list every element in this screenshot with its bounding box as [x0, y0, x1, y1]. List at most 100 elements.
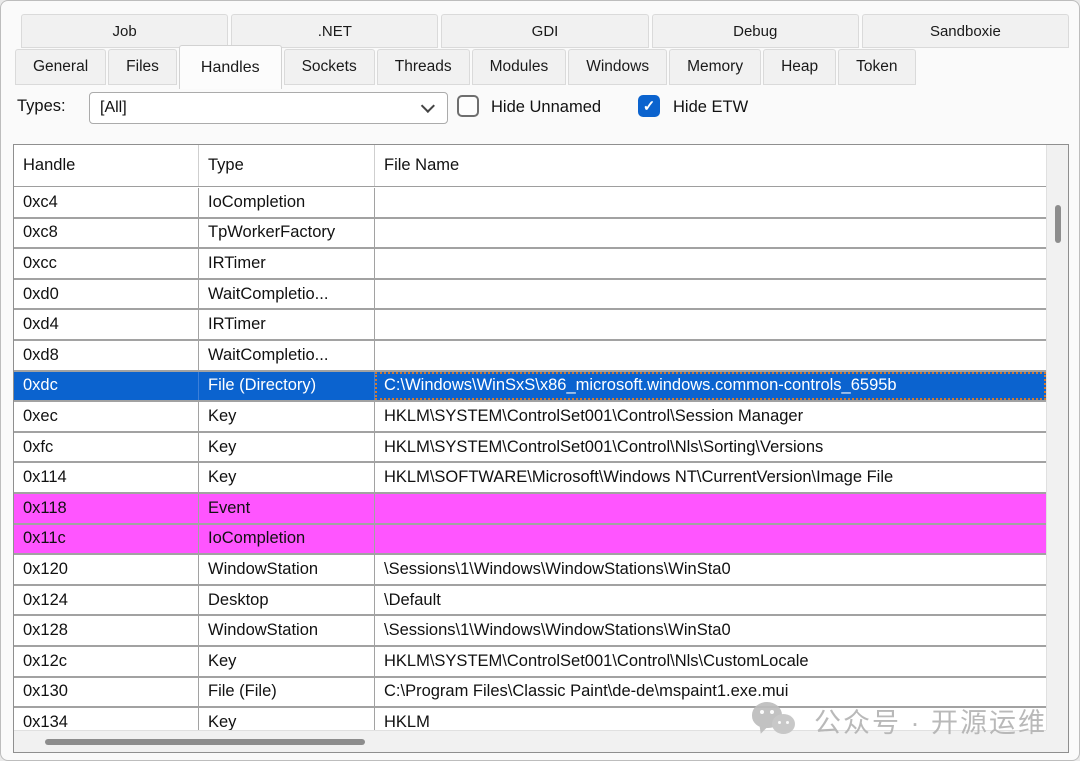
- tab-windows[interactable]: Windows: [568, 49, 667, 85]
- hide-unnamed-checkbox[interactable]: [457, 95, 479, 117]
- wechat-icon: [752, 702, 800, 740]
- handle-cell: 0xfc: [14, 433, 199, 462]
- tab-sandboxie[interactable]: Sandboxie: [862, 14, 1069, 48]
- tab-general[interactable]: General: [15, 49, 106, 85]
- type-cell: WindowStation: [199, 616, 375, 645]
- filename-cell: [375, 249, 1046, 278]
- column-header-file-name[interactable]: File Name: [375, 145, 1046, 186]
- table-row[interactable]: 0xecKeyHKLM\SYSTEM\ControlSet001\Control…: [14, 402, 1046, 433]
- table-row[interactable]: 0x128WindowStation\Sessions\1\Windows\Wi…: [14, 616, 1046, 647]
- tab-heap[interactable]: Heap: [763, 49, 836, 85]
- table-row[interactable]: 0xd0WaitCompletio...: [14, 280, 1046, 311]
- type-cell: Desktop: [199, 586, 375, 615]
- filename-cell: [375, 280, 1046, 309]
- handle-cell: 0x130: [14, 678, 199, 707]
- primary-tab-strip: GeneralFilesHandlesSocketsThreadsModules…: [15, 45, 916, 89]
- filename-cell: [375, 525, 1046, 554]
- vertical-scrollbar[interactable]: [1046, 145, 1068, 730]
- table-row[interactable]: 0xc8TpWorkerFactory: [14, 219, 1046, 250]
- horizontal-scrollbar-thumb[interactable]: [45, 739, 365, 745]
- handle-cell: 0xc4: [14, 188, 199, 217]
- tab-sockets[interactable]: Sockets: [284, 49, 375, 85]
- hide-unnamed-label: Hide Unnamed: [491, 98, 601, 117]
- handle-cell: 0x124: [14, 586, 199, 615]
- types-dropdown-value: [All]: [100, 99, 425, 117]
- handle-cell: 0x114: [14, 463, 199, 492]
- filename-cell: HKLM\SOFTWARE\Microsoft\Windows NT\Curre…: [375, 463, 1046, 492]
- type-cell: WaitCompletio...: [199, 341, 375, 370]
- handle-cell: 0x118: [14, 494, 199, 523]
- tab-handles[interactable]: Handles: [179, 45, 282, 89]
- filename-cell: C:\Windows\WinSxS\x86_microsoft.windows.…: [375, 372, 1046, 401]
- tab-net[interactable]: .NET: [231, 14, 438, 48]
- tab-modules[interactable]: Modules: [472, 49, 567, 85]
- handle-cell: 0x134: [14, 708, 199, 730]
- table-row[interactable]: 0x124Desktop\Default: [14, 586, 1046, 617]
- types-dropdown[interactable]: [All]: [89, 92, 448, 124]
- table-row[interactable]: 0xd4IRTimer: [14, 310, 1046, 341]
- tab-job[interactable]: Job: [21, 14, 228, 48]
- type-cell: IoCompletion: [199, 188, 375, 217]
- tab-gdi[interactable]: GDI: [441, 14, 648, 48]
- tab-files[interactable]: Files: [108, 49, 177, 85]
- watermark: 公众号 · 开源运维: [752, 701, 1047, 740]
- tab-threads[interactable]: Threads: [377, 49, 470, 85]
- column-header-handle[interactable]: Handle: [14, 145, 199, 186]
- filename-cell: \Sessions\1\Windows\WindowStations\WinSt…: [375, 616, 1046, 645]
- table-row[interactable]: 0xc4IoCompletion: [14, 188, 1046, 219]
- table-header: HandleTypeFile Name: [14, 145, 1046, 187]
- table-row[interactable]: 0xccIRTimer: [14, 249, 1046, 280]
- scrollbar-corner: [1046, 730, 1068, 752]
- tab-debug[interactable]: Debug: [652, 14, 859, 48]
- filename-cell: \Sessions\1\Windows\WindowStations\WinSt…: [375, 555, 1046, 584]
- tab-memory[interactable]: Memory: [669, 49, 761, 85]
- handle-cell: 0xcc: [14, 249, 199, 278]
- handles-table: HandleTypeFile Name 0xc4IoCompletion0xc8…: [13, 144, 1069, 753]
- table-row[interactable]: 0x120WindowStation\Sessions\1\Windows\Wi…: [14, 555, 1046, 586]
- filename-cell: HKLM\SYSTEM\ControlSet001\Control\Sessio…: [375, 402, 1046, 431]
- filename-cell: [375, 341, 1046, 370]
- handle-cell: 0xd4: [14, 310, 199, 339]
- type-cell: File (Directory): [199, 372, 375, 401]
- vertical-scrollbar-thumb[interactable]: [1055, 205, 1061, 243]
- table-row[interactable]: 0x114KeyHKLM\SOFTWARE\Microsoft\Windows …: [14, 463, 1046, 494]
- hide-etw-checkbox[interactable]: ✓: [638, 95, 660, 117]
- column-header-type[interactable]: Type: [199, 145, 375, 186]
- table-row[interactable]: 0x12cKeyHKLM\SYSTEM\ControlSet001\Contro…: [14, 647, 1046, 678]
- handle-cell: 0xdc: [14, 372, 199, 401]
- table-row[interactable]: 0xd8WaitCompletio...: [14, 341, 1046, 372]
- type-cell: IRTimer: [199, 249, 375, 278]
- handle-cell: 0xd8: [14, 341, 199, 370]
- table-row[interactable]: 0xfcKeyHKLM\SYSTEM\ControlSet001\Control…: [14, 433, 1046, 464]
- tab-token[interactable]: Token: [838, 49, 915, 85]
- type-cell: IRTimer: [199, 310, 375, 339]
- type-cell: WaitCompletio...: [199, 280, 375, 309]
- filename-cell: \Default: [375, 586, 1046, 615]
- process-properties-dialog: Job.NETGDIDebugSandboxie GeneralFilesHan…: [0, 0, 1080, 761]
- table-row[interactable]: 0x118Event: [14, 494, 1046, 525]
- table-row[interactable]: 0xdcFile (Directory)C:\Windows\WinSxS\x8…: [14, 372, 1046, 403]
- type-cell: WindowStation: [199, 555, 375, 584]
- type-cell: Key: [199, 708, 375, 730]
- filename-cell: HKLM\SYSTEM\ControlSet001\Control\Nls\So…: [375, 433, 1046, 462]
- type-cell: Key: [199, 402, 375, 431]
- handle-cell: 0xc8: [14, 219, 199, 248]
- filename-cell: [375, 310, 1046, 339]
- filename-cell: [375, 188, 1046, 217]
- watermark-text: 公众号 · 开源运维: [814, 701, 1047, 740]
- type-cell: TpWorkerFactory: [199, 219, 375, 248]
- type-cell: IoCompletion: [199, 525, 375, 554]
- filename-cell: HKLM\SYSTEM\ControlSet001\Control\Nls\Cu…: [375, 647, 1046, 676]
- filename-cell: [375, 494, 1046, 523]
- handle-cell: 0x11c: [14, 525, 199, 554]
- handle-cell: 0x128: [14, 616, 199, 645]
- secondary-tab-strip: Job.NETGDIDebugSandboxie: [21, 14, 1069, 48]
- hide-etw-label: Hide ETW: [673, 98, 748, 117]
- type-cell: File (File): [199, 678, 375, 707]
- handle-cell: 0x12c: [14, 647, 199, 676]
- type-cell: Key: [199, 433, 375, 462]
- handle-cell: 0xec: [14, 402, 199, 431]
- table-row[interactable]: 0x11cIoCompletion: [14, 525, 1046, 556]
- filter-bar: Types: [All] Hide Unnamed ✓ Hide ETW: [1, 89, 1079, 131]
- type-cell: Key: [199, 647, 375, 676]
